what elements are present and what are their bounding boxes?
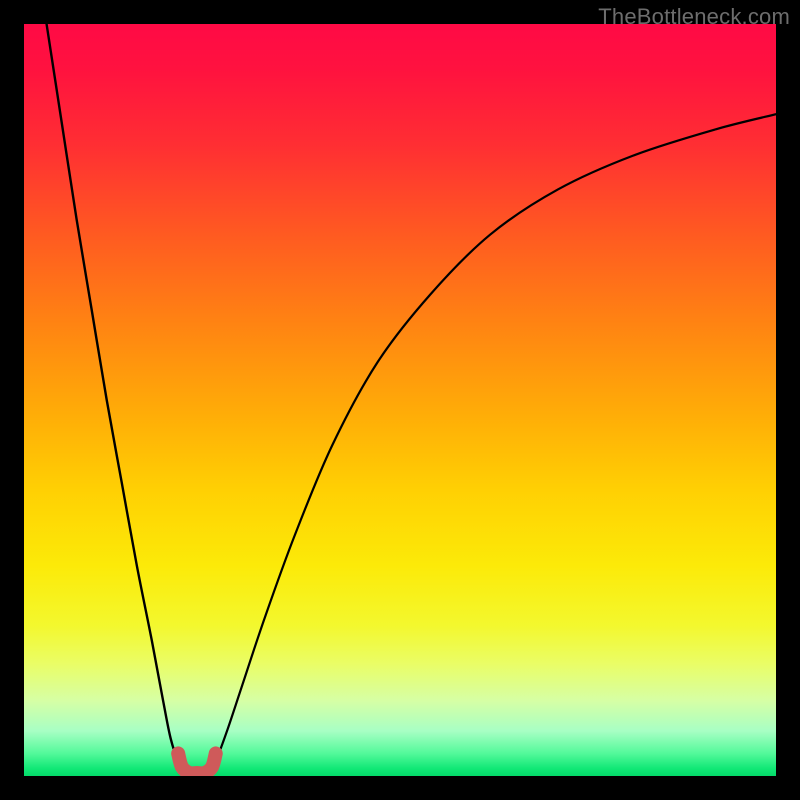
curves-svg <box>24 24 776 776</box>
base-marker-path <box>178 753 216 773</box>
plot-area <box>24 24 776 776</box>
chart-frame: TheBottleneck.com <box>0 0 800 800</box>
curve-left-path <box>47 24 186 772</box>
curve-right-path <box>208 114 776 772</box>
watermark-text: TheBottleneck.com <box>598 4 790 30</box>
